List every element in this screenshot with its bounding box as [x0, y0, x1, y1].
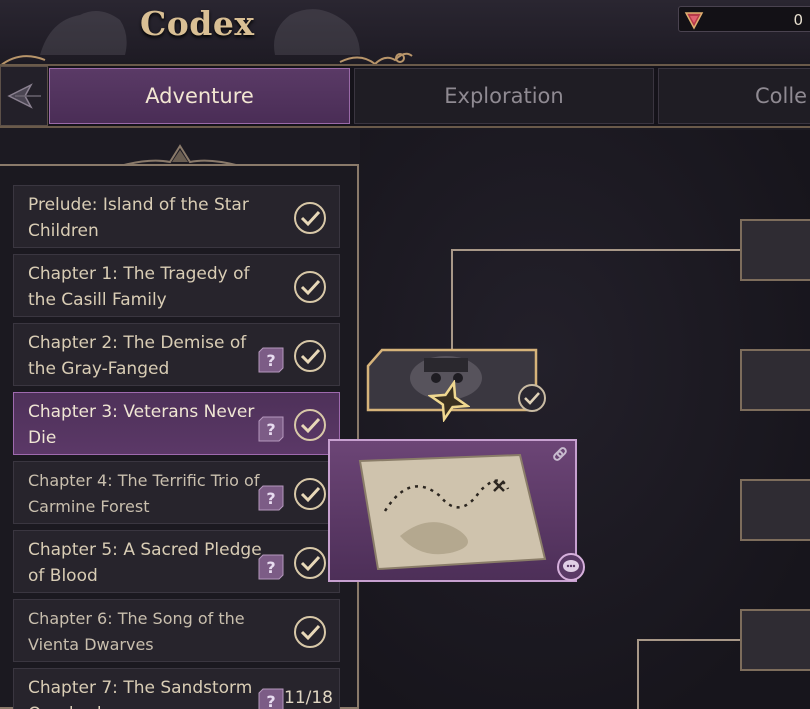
chapter-item-2[interactable]: Chapter 2: The Demise of the Gray-Fanged…: [13, 323, 340, 386]
compass-arrow-icon: [7, 83, 41, 109]
chapter-item-5[interactable]: Chapter 5: A Sacred Pledge of Blood ?: [13, 530, 340, 593]
link-icon: [553, 447, 567, 461]
chapter-label: Chapter 3: Veterans Never Die: [28, 402, 255, 448]
gem-icon: [684, 12, 704, 30]
chapter-label: Chapter 4: The Terrific Trio of Carmine …: [28, 471, 260, 516]
hint-question-icon[interactable]: ?: [257, 553, 285, 581]
completed-check-icon: [294, 271, 326, 303]
chapter-item-3[interactable]: Chapter 3: Veterans Never Die ?: [13, 392, 340, 455]
chapter-label: Chapter 7: The Sandstorm Overlords: [28, 678, 253, 709]
svg-text:?: ?: [266, 351, 275, 370]
chapter-item-1[interactable]: Chapter 1: The Tragedy of the Casill Fam…: [13, 254, 340, 317]
page-title: Codex: [140, 4, 255, 43]
chapter-label: Chapter 2: The Demise of the Gray-Fanged: [28, 333, 247, 379]
treasure-map-icon: [358, 453, 547, 571]
codex-node-thumbnail[interactable]: [740, 219, 810, 281]
chapter-item-prelude[interactable]: Prelude: Island of the Star Children: [13, 185, 340, 248]
chapter-label: Chapter 5: A Sacred Pledge of Blood: [28, 540, 262, 586]
chapter-progress: 11/18: [284, 688, 333, 708]
codex-node-thumbnail[interactable]: [740, 479, 810, 541]
svg-text:?: ?: [266, 489, 275, 508]
completed-check-icon: [294, 340, 326, 372]
chapter-item-4[interactable]: Chapter 4: The Terrific Trio of Carmine …: [13, 461, 340, 524]
completed-check-icon: [294, 478, 326, 510]
completed-check-icon: [518, 384, 546, 412]
completed-check-icon: [294, 202, 326, 234]
hint-question-icon[interactable]: ?: [257, 346, 285, 374]
svg-text:?: ?: [266, 420, 275, 439]
treasure-map-card[interactable]: [328, 439, 577, 582]
tab-exploration[interactable]: Exploration: [354, 68, 654, 124]
currency-value: 0: [793, 11, 803, 29]
chapter-label: Chapter 1: The Tragedy of the Casill Fam…: [28, 264, 250, 310]
hint-question-icon[interactable]: ?: [257, 415, 285, 443]
chapter-label: Chapter 6: The Song of the Vienta Dwarve…: [28, 609, 245, 654]
chat-bubble-icon[interactable]: [556, 552, 586, 582]
completed-check-icon: [294, 409, 326, 441]
svg-text:?: ?: [266, 558, 275, 577]
hint-question-icon[interactable]: ?: [257, 687, 285, 709]
chapter-item-6[interactable]: Chapter 6: The Song of the Vienta Dwarve…: [13, 599, 340, 662]
currency-display: 0: [678, 6, 810, 32]
codex-node-thumbnail[interactable]: [740, 609, 810, 671]
completed-check-icon: [294, 616, 326, 648]
completed-check-icon: [294, 547, 326, 579]
svg-text:?: ?: [266, 692, 275, 709]
back-button[interactable]: [0, 66, 48, 126]
chapter-label: Prelude: Island of the Star Children: [28, 195, 249, 241]
tab-collection[interactable]: Colle: [658, 68, 810, 124]
tab-adventure[interactable]: Adventure: [49, 68, 350, 124]
chapter-item-7[interactable]: Chapter 7: The Sandstorm Overlords ? 11/…: [13, 668, 340, 709]
codex-node-thumbnail[interactable]: [740, 349, 810, 411]
hint-question-icon[interactable]: ?: [257, 484, 285, 512]
star-marker-icon: [428, 380, 470, 422]
